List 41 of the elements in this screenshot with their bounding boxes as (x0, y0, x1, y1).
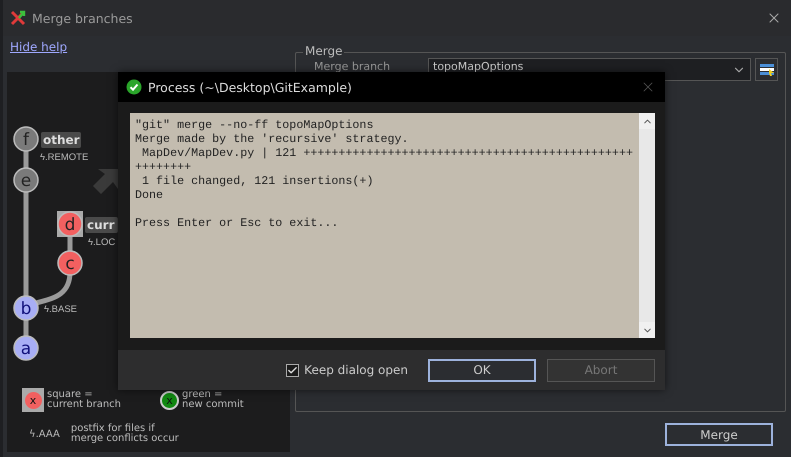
list-icon (758, 62, 774, 76)
success-icon (126, 79, 142, 95)
output-line: ++++++++ (135, 160, 192, 174)
branch-tag: other (41, 132, 81, 148)
postfix-label: ϟ.AAA (29, 428, 60, 440)
output-line: 1 file changed, 121 insertions(+) (141, 174, 374, 188)
hide-help-link[interactable]: Hide help (10, 40, 68, 54)
checkbox[interactable] (286, 364, 300, 376)
field-label: Merge branch (314, 61, 392, 73)
legend-text: square = current branch (47, 390, 122, 410)
commit-node: a (13, 335, 39, 361)
merge-button[interactable]: Merge (665, 423, 773, 446)
legend-dot: x (160, 390, 179, 410)
commit-node: c (57, 250, 83, 276)
commit-node: f (13, 126, 39, 152)
dialog-button[interactable]: OK (428, 358, 536, 382)
commit-node: d (57, 211, 83, 237)
legend-square: x (22, 388, 44, 412)
browse-button[interactable] (755, 58, 778, 81)
postfix-label: ϟ.REMOTE (40, 152, 88, 163)
group-title: Merge (303, 44, 344, 58)
app-icon (10, 10, 26, 26)
window-title: Merge branches (32, 10, 134, 26)
output-line: "git" merge --no-ff topoMapOptions (135, 118, 374, 132)
scrollbar[interactable] (639, 113, 655, 338)
output-line: Press Enter or Esc to exit... (135, 216, 340, 230)
commit-node: e (13, 167, 39, 193)
checkbox-label: Keep dialog open (304, 363, 408, 377)
output-line: Done (135, 188, 164, 202)
arrow-icon (93, 169, 118, 194)
postfix-label: ϟ.BASE (44, 304, 78, 315)
dialog-title: Process (~\Desktop\GitExample) (148, 80, 353, 94)
scroll-up-icon[interactable] (639, 113, 655, 129)
scroll-down-icon[interactable] (639, 322, 655, 338)
output-line: Merge made by the 'recursive' strategy. (135, 132, 410, 146)
legend-text: green = new commit (182, 390, 244, 410)
postfix-label: ϟ.LOC (88, 237, 116, 248)
legend-text: postfix for files if merge conflicts occur (70, 424, 179, 444)
commit-node: b (13, 295, 39, 321)
branch-tag: curr (85, 217, 118, 233)
output-line: MapDev/MapDev.py | 121 +++++++++++++++++++++++++++++++++++++++++++++++ (141, 146, 634, 160)
